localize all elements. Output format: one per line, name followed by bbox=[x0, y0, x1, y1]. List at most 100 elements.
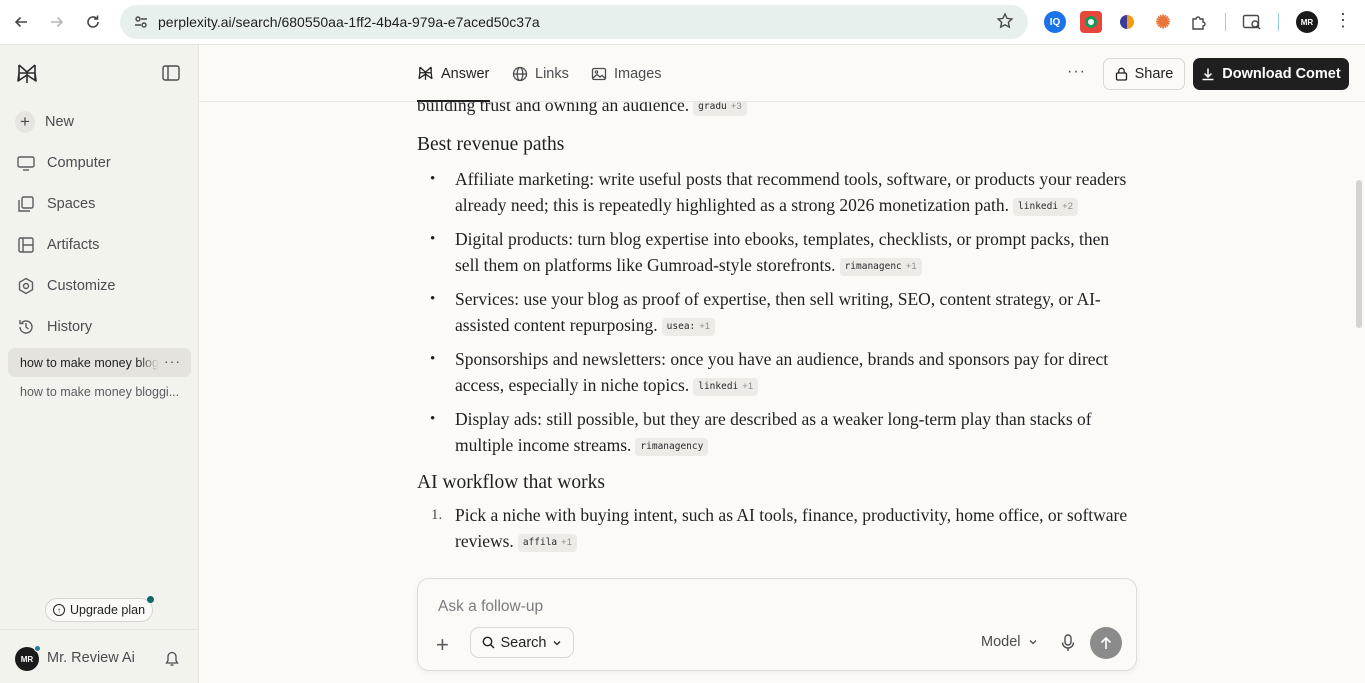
sidebar-item-artifacts[interactable]: Artifacts bbox=[16, 231, 99, 259]
list-item-text: Sponsorships and newsletters: once you h… bbox=[455, 349, 1109, 395]
thread-title: how to make money blogging bbox=[20, 355, 159, 370]
citation-source: gradu bbox=[698, 102, 727, 112]
search-mode-label: Search bbox=[500, 634, 547, 651]
tab-images[interactable]: Images bbox=[590, 65, 662, 82]
artifacts-icon bbox=[16, 235, 36, 255]
bell-icon[interactable] bbox=[165, 651, 179, 667]
tab-label: Images bbox=[614, 65, 662, 82]
citation-chip[interactable]: rimanagency bbox=[635, 438, 709, 456]
section-heading: AI workflow that works bbox=[417, 472, 605, 493]
tab-links[interactable]: Links bbox=[511, 65, 569, 82]
citation-source: linkedi bbox=[698, 381, 739, 392]
numbered-list-item: 1. Pick a niche with buying intent, such… bbox=[417, 502, 1137, 554]
list-item: Sponsorships and newsletters: once you h… bbox=[417, 346, 1137, 398]
citation-chip[interactable]: rimanagenc +1 bbox=[839, 258, 922, 276]
model-label: Model bbox=[981, 634, 1021, 650]
plus-icon: + bbox=[15, 111, 35, 133]
url-text[interactable]: perplexity.ai/search/680550aa-1ff2-4b4a-… bbox=[158, 14, 540, 30]
list-item: Display ads: still possible, but they ar… bbox=[417, 406, 1137, 458]
microphone-icon[interactable] bbox=[1059, 633, 1077, 653]
sidebar-item-label: History bbox=[47, 319, 93, 335]
citation-chip[interactable]: affila +1 bbox=[517, 534, 577, 552]
share-label: Share bbox=[1134, 66, 1174, 82]
revenue-paths-list: Affiliate marketing: write useful posts … bbox=[417, 166, 1137, 458]
address-bar[interactable]: perplexity.ai/search/680550aa-1ff2-4b4a-… bbox=[120, 5, 1028, 39]
thread-more-icon[interactable]: ··· bbox=[164, 353, 181, 369]
tab-answer[interactable]: Answer bbox=[417, 65, 489, 82]
sidebar-item-label: New bbox=[45, 114, 75, 130]
paragraph: building trust and owning an audience. gr… bbox=[417, 102, 1137, 118]
extension-1-icon[interactable]: IQ bbox=[1044, 11, 1066, 33]
citation-more: +3 bbox=[730, 102, 742, 112]
citation-source: rimanagenc bbox=[844, 261, 902, 272]
toolbar-divider bbox=[1225, 13, 1226, 31]
sidebar-item-computer[interactable]: Computer bbox=[16, 149, 111, 177]
citation-chip[interactable]: linkedi +1 bbox=[693, 378, 759, 396]
extension-4-icon[interactable]: ✺ bbox=[1152, 11, 1174, 33]
chevron-down-icon bbox=[554, 640, 561, 645]
sidebar-item-label: Artifacts bbox=[47, 237, 100, 253]
list-item: Services: use your blog as proof of expe… bbox=[417, 286, 1137, 338]
list-item: Digital products: turn blog expertise in… bbox=[417, 226, 1137, 278]
scrollbar-thumb[interactable] bbox=[1356, 180, 1362, 328]
reload-icon bbox=[87, 15, 99, 28]
forward-button[interactable] bbox=[39, 4, 75, 40]
forward-arrow-icon bbox=[51, 16, 64, 28]
follow-up-box: Ask a follow-up + Search Model bbox=[417, 578, 1137, 671]
user-name[interactable]: Mr. Review Ai bbox=[47, 650, 135, 666]
list-item-text: Display ads: still possible, but they ar… bbox=[455, 409, 1092, 455]
tab-label: Answer bbox=[441, 65, 490, 82]
site-info-icon[interactable] bbox=[126, 14, 156, 30]
citation-more: +1 bbox=[561, 537, 572, 548]
list-number: 1. bbox=[431, 507, 443, 523]
submit-button[interactable] bbox=[1090, 627, 1122, 659]
spaces-icon bbox=[16, 194, 36, 214]
reload-button[interactable] bbox=[75, 4, 111, 40]
citation-chip[interactable]: linkedi +2 bbox=[1013, 198, 1078, 216]
sidebar-item-new[interactable]: + New bbox=[15, 108, 74, 136]
download-comet-button[interactable]: Download Comet bbox=[1193, 58, 1349, 90]
image-icon bbox=[590, 65, 607, 82]
citation-chip[interactable]: usea: +1 bbox=[661, 318, 716, 336]
list-item-text: Digital products: turn blog expertise in… bbox=[455, 229, 1110, 275]
share-button[interactable]: Share bbox=[1103, 58, 1185, 90]
sidebar-item-spaces[interactable]: Spaces bbox=[16, 190, 95, 218]
citation-source: usea: bbox=[666, 321, 696, 332]
avatar[interactable]: MR bbox=[15, 645, 41, 671]
lock-icon bbox=[1115, 67, 1127, 81]
bookmark-star-icon[interactable] bbox=[996, 12, 1014, 30]
download-icon bbox=[1202, 68, 1214, 81]
sidebar-item-history[interactable]: History bbox=[16, 313, 92, 341]
back-arrow-icon bbox=[14, 16, 27, 28]
browser-menu-icon[interactable]: ⋮ bbox=[1334, 10, 1352, 31]
sidebar-item-label: Customize bbox=[47, 278, 116, 294]
sidebar-item-customize[interactable]: Customize bbox=[16, 272, 116, 300]
perplexity-logo-icon[interactable] bbox=[15, 62, 39, 86]
citation-more: +1 bbox=[742, 381, 754, 392]
browser-profile-avatar[interactable]: MR bbox=[1296, 11, 1318, 33]
chevron-down-icon bbox=[1029, 640, 1036, 645]
back-button[interactable] bbox=[3, 4, 39, 40]
sidebar-item-label: Computer bbox=[47, 155, 111, 171]
model-selector[interactable]: Model bbox=[981, 634, 1038, 650]
thread-item-active[interactable]: how to make money blogging ··· bbox=[8, 348, 191, 377]
citation-source: linkedi bbox=[1018, 201, 1059, 212]
search-mode-button[interactable]: Search bbox=[470, 627, 574, 658]
collapse-sidebar-icon[interactable] bbox=[162, 65, 180, 81]
citation-more: +1 bbox=[699, 321, 711, 332]
more-options-icon[interactable]: ··· bbox=[1067, 63, 1086, 81]
customize-icon bbox=[16, 276, 36, 296]
upgrade-plan-label: Upgrade plan bbox=[69, 603, 146, 617]
thread-item[interactable]: how to make money bloggi... bbox=[20, 385, 180, 399]
history-icon bbox=[16, 317, 36, 337]
citation-source: rimanagency bbox=[640, 441, 704, 452]
tab-search-icon[interactable] bbox=[1241, 11, 1263, 33]
extensions-puzzle-icon[interactable] bbox=[1188, 11, 1210, 33]
extension-2-icon[interactable] bbox=[1080, 11, 1102, 33]
extension-3-icon[interactable] bbox=[1116, 11, 1138, 33]
sidebar: + New Computer Spaces Artifacts Customiz… bbox=[0, 45, 199, 683]
citation-chip[interactable]: gradu +3 bbox=[693, 102, 747, 116]
follow-up-input[interactable]: Ask a follow-up bbox=[438, 598, 543, 616]
upgrade-plan-button[interactable]: ↑ Upgrade plan bbox=[45, 596, 154, 622]
attach-plus-icon[interactable]: + bbox=[436, 632, 449, 658]
